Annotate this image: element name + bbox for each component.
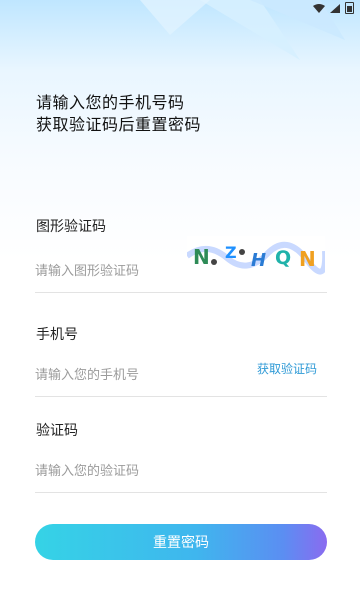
- captcha-image[interactable]: N Z H Q N: [187, 236, 325, 276]
- svg-text:H: H: [251, 250, 266, 271]
- code-input[interactable]: [35, 452, 235, 490]
- phone-input[interactable]: [35, 356, 235, 394]
- svg-text:Z: Z: [225, 243, 237, 262]
- svg-text:N: N: [193, 245, 210, 269]
- phone-label: 手机号: [36, 327, 78, 343]
- phone-field: 获取验证码: [35, 356, 327, 397]
- title-line-1: 请输入您的手机号码: [36, 93, 185, 112]
- captcha-label: 图形验证码: [36, 219, 106, 235]
- captcha-field: N Z H Q N: [35, 236, 327, 293]
- reset-password-button[interactable]: 重置密码: [35, 524, 327, 560]
- code-label: 验证码: [36, 423, 78, 439]
- status-bar: [0, 0, 360, 16]
- svg-text:Q: Q: [275, 247, 291, 269]
- battery-icon: [345, 2, 354, 14]
- title-line-2: 获取验证码后重置密码: [36, 115, 202, 134]
- svg-text:N: N: [299, 247, 316, 271]
- code-field: [35, 452, 327, 493]
- get-code-button[interactable]: 获取验证码: [257, 360, 317, 377]
- wifi-icon: [313, 3, 325, 13]
- signal-icon: [330, 3, 340, 13]
- page-title: 请输入您的手机号码 获取验证码后重置密码: [36, 92, 336, 136]
